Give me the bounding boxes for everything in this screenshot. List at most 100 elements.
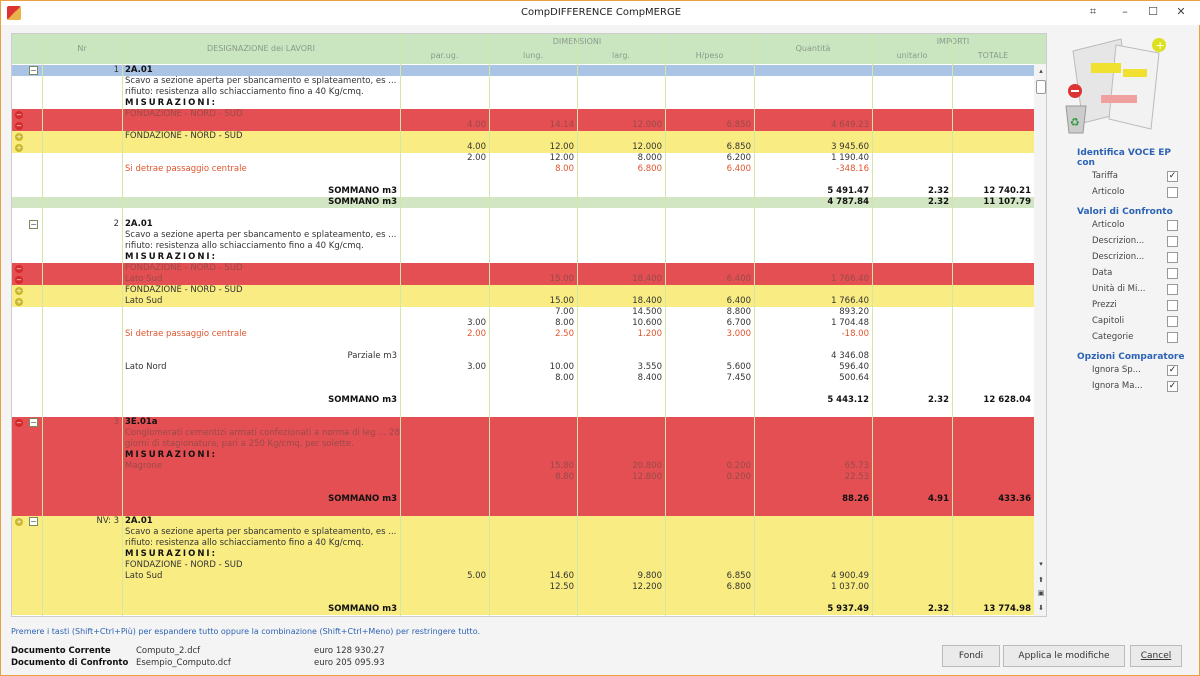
table-row[interactable]: MISURAZIONI: (12, 549, 1034, 560)
table-row[interactable]: Scavo a sezione aperta per sbancamento e… (12, 230, 1034, 241)
collapse-icon[interactable]: − (29, 66, 38, 75)
collapse-icon[interactable]: − (29, 418, 38, 427)
table-row[interactable]: SOMMANO m3 5 443.12 2.32 12 628.04 (12, 395, 1034, 406)
table-row[interactable]: 3.00 8.00 10.600 6.700 1 704.48 (12, 318, 1034, 329)
table-row[interactable]: + Lato Sud 15.00 18.400 6.400 1 766.40 (12, 296, 1034, 307)
collapse-icon[interactable]: − (29, 517, 38, 526)
vertical-scrollbar[interactable]: ▴ ▾ ⬆ ▣ ⬇ (1034, 64, 1046, 616)
scroll-thumb[interactable] (1036, 80, 1046, 94)
table-row[interactable]: MISURAZIONI: (12, 252, 1034, 263)
table-row[interactable]: 12.50 12.200 6.800 1 037.00 (12, 582, 1034, 593)
table-row[interactable]: SOMMANO m3 5 937.49 2.32 13 774.98 (12, 604, 1034, 615)
fondi-button[interactable]: Fondi (942, 645, 1000, 667)
col-larg[interactable]: larg. (577, 51, 665, 60)
col-quantita[interactable]: Quantità (754, 44, 872, 53)
table-row[interactable]: − FONDAZIONE - NORD - SUD (12, 109, 1034, 120)
table-row[interactable]: + FONDAZIONE - NORD - SUD (12, 285, 1034, 296)
apply-changes-button[interactable]: Applica le modifiche (1003, 645, 1125, 667)
option-checkbox[interactable]: ✓ (1167, 171, 1178, 182)
cell-totale: 11 107.79 (983, 197, 1031, 207)
option-checkbox[interactable]: ✓ (1167, 381, 1178, 392)
table-row[interactable] (12, 175, 1034, 186)
option-checkbox[interactable] (1167, 187, 1178, 198)
table-row[interactable]: Si detrae passaggio centrale 8.00 6.800 6.4… (12, 164, 1034, 175)
table-row[interactable]: 2.00 12.00 8.000 6.200 1 190.40 (12, 153, 1034, 164)
table-row[interactable]: SOMMANO m3 5 491.47 2.32 12 740.21 (12, 186, 1034, 197)
close-button[interactable]: ✕ (1171, 5, 1191, 21)
option-checkbox[interactable] (1167, 332, 1178, 343)
table-row[interactable]: 8.00 8.400 7.450 500.64 (12, 373, 1034, 384)
table-row[interactable]: +4.00 12.00 12.000 6.850 3 945.60 (12, 142, 1034, 153)
table-row[interactable]: rifiuto: resistenza allo schiacciamento … (12, 538, 1034, 549)
table-row[interactable]: MISURAZIONI: (12, 98, 1034, 109)
row-summary-label: SOMMANO m3 (328, 604, 397, 614)
table-row[interactable]: − 2 2A.01 (12, 219, 1034, 230)
col-unitario[interactable]: unitario (872, 51, 952, 60)
col-hpeso[interactable]: H/peso (665, 51, 754, 60)
lock-icon[interactable]: ▣ (1036, 589, 1046, 599)
table-row[interactable]: − 1 2A.01 (12, 65, 1034, 76)
move-up-icon[interactable]: ⬆ (1036, 576, 1046, 586)
cancel-button[interactable]: Cancel (1130, 645, 1182, 667)
table-row[interactable]: 7.00 14.500 8.800 893.20 (12, 307, 1034, 318)
table-row[interactable]: Si detrae passaggio centrale 2.00 2.50 1.20… (12, 329, 1034, 340)
table-row[interactable]: 8.80 12.800 0.200 22.53 (12, 472, 1034, 483)
scroll-up-icon[interactable]: ▴ (1036, 67, 1046, 77)
table-row[interactable]: − − 3 3E.01a (12, 417, 1034, 428)
svg-text:+: + (1156, 39, 1165, 52)
cell-quantita: 500.64 (839, 373, 869, 383)
col-par[interactable]: par.ug. (400, 51, 489, 60)
table-row[interactable]: FONDAZIONE - NORD - SUD (12, 560, 1034, 571)
table-row[interactable]: Scavo a sezione aperta per sbancamento e… (12, 527, 1034, 538)
option-checkbox[interactable] (1167, 252, 1178, 263)
collapse-icon[interactable]: − (29, 220, 38, 229)
table-row[interactable]: Parziale m3 4 346.08 (12, 351, 1034, 362)
doc-current-file: Computo_2.dcf (136, 646, 201, 656)
table-row[interactable]: − FONDAZIONE - NORD - SUD (12, 263, 1034, 274)
table-row[interactable]: rifiuto: resistenza allo schiacciamento … (12, 87, 1034, 98)
option-checkbox[interactable] (1167, 300, 1178, 311)
table-row[interactable]: SOMMANO m3 88.26 4.91 433.36 (12, 494, 1034, 505)
table-row[interactable]: Conglomerati cementizi armati confeziona… (12, 428, 1034, 439)
option-checkbox[interactable] (1167, 220, 1178, 231)
table-row[interactable] (12, 483, 1034, 494)
minimize-button[interactable]: – (1115, 5, 1135, 21)
table-row[interactable] (12, 384, 1034, 395)
col-designazione[interactable]: DESIGNAZIONE dei LAVORI (122, 44, 400, 53)
restore-layout-icon[interactable]: ⌗ (1083, 5, 1103, 21)
option-checkbox[interactable] (1167, 268, 1178, 279)
table-row[interactable]: − 4.00 14.14 12.000 6.850 4 649.23 (12, 120, 1034, 131)
col-totale[interactable]: TOTALE (952, 51, 1034, 60)
row-description: Lato Nord (125, 362, 167, 372)
col-lung[interactable]: lung. (489, 51, 577, 60)
cell-quantita: 1 190.40 (831, 153, 869, 163)
table-row[interactable]: giorni di stagionatura, pari a 250 Kg/cm… (12, 439, 1034, 450)
option-checkbox[interactable] (1167, 316, 1178, 327)
table-row[interactable]: Lato Nord 3.00 10.00 3.550 5.600 596.40 (12, 362, 1034, 373)
col-nr[interactable]: Nr (42, 44, 122, 53)
maximize-button[interactable]: ☐ (1143, 5, 1163, 21)
table-row[interactable]: SOMMANO m3 4 787.84 2.32 11 107.79 (12, 197, 1034, 208)
table-row[interactable] (12, 505, 1034, 516)
table-row[interactable]: MISURAZIONI: (12, 450, 1034, 461)
table-row[interactable]: − Lato Sud 15.00 18.400 6.400 1 766.40 (12, 274, 1034, 285)
table-row[interactable]: + − NV: 3 2A.01 (12, 516, 1034, 527)
table-row[interactable]: Magrone 15.80 20.800 0.200 65.73 (12, 461, 1034, 472)
table-row[interactable] (12, 593, 1034, 604)
move-down-icon[interactable]: ⬇ (1036, 604, 1046, 614)
table-row[interactable] (12, 340, 1034, 351)
option-checkbox[interactable]: ✓ (1167, 365, 1178, 376)
table-row[interactable] (12, 208, 1034, 219)
doc-compare-label: Documento di Confronto (11, 658, 129, 668)
cell-lung: 8.00 (555, 164, 574, 174)
table-row[interactable]: + FONDAZIONE - NORD - SUD (12, 131, 1034, 142)
option-checkbox[interactable] (1167, 284, 1178, 295)
scroll-down-icon[interactable]: ▾ (1036, 560, 1046, 570)
table-row[interactable]: Lato Sud 5.00 14.60 9.800 6.850 4 900.49 (12, 571, 1034, 582)
table-row[interactable]: rifiuto: resistenza allo schiacciamento … (12, 241, 1034, 252)
table-row[interactable] (12, 406, 1034, 417)
option-checkbox[interactable] (1167, 236, 1178, 247)
table-row[interactable]: Scavo a sezione aperta per sbancamento e… (12, 76, 1034, 87)
cell-hpeso: 5.600 (726, 362, 751, 372)
row-description: Lato Sud (125, 274, 163, 284)
